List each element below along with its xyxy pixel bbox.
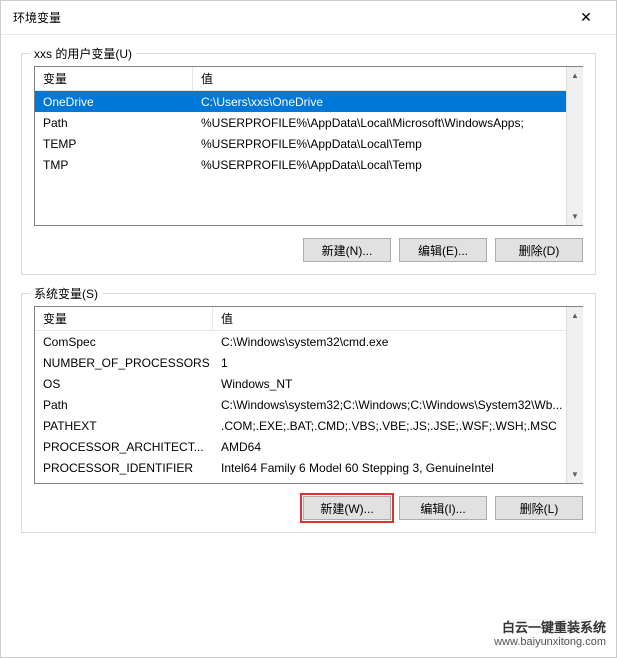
system-table-body: ComSpec C:\Windows\system32\cmd.exe NUMB…: [35, 331, 583, 478]
table-row[interactable]: PATHEXT .COM;.EXE;.BAT;.CMD;.VBS;.VBE;.J…: [35, 415, 583, 436]
cell-value: AMD64: [213, 438, 583, 456]
scroll-down-icon[interactable]: ▼: [567, 208, 583, 225]
user-edit-button[interactable]: 编辑(E)...: [399, 238, 487, 262]
user-variables-table[interactable]: 变量 值 OneDrive C:\Users\xxs\OneDrive Path…: [34, 66, 583, 226]
system-new-button[interactable]: 新建(W)...: [303, 496, 391, 520]
cell-value: C:\Users\xxs\OneDrive: [193, 93, 583, 111]
system-table-header: 变量 值: [35, 307, 583, 331]
table-row[interactable]: ComSpec C:\Windows\system32\cmd.exe: [35, 331, 583, 352]
scroll-up-icon[interactable]: ▲: [567, 307, 583, 324]
user-variables-label: xxs 的用户变量(U): [30, 45, 136, 62]
system-edit-button[interactable]: 编辑(I)...: [399, 496, 487, 520]
cell-variable: PATHEXT: [35, 417, 213, 435]
cell-value: C:\Windows\system32\cmd.exe: [213, 333, 583, 351]
environment-variables-dialog: 环境变量 ✕ xxs 的用户变量(U) 变量 值 OneDrive C:\Use…: [0, 0, 617, 658]
close-button[interactable]: ✕: [566, 4, 606, 32]
user-header-value[interactable]: 值: [193, 67, 583, 90]
cell-variable: OS: [35, 375, 213, 393]
user-delete-button[interactable]: 删除(D): [495, 238, 583, 262]
cell-variable: TEMP: [35, 135, 193, 153]
cell-value: C:\Windows\system32;C:\Windows;C:\Window…: [213, 396, 583, 414]
table-row[interactable]: Path C:\Windows\system32;C:\Windows;C:\W…: [35, 394, 583, 415]
system-table-scrollbar[interactable]: ▲ ▼: [566, 307, 583, 483]
user-table-header: 变量 值: [35, 67, 583, 91]
user-new-button[interactable]: 新建(N)...: [303, 238, 391, 262]
cell-value: .COM;.EXE;.BAT;.CMD;.VBS;.VBE;.JS;.JSE;.…: [213, 417, 583, 435]
scroll-up-icon[interactable]: ▲: [567, 67, 583, 84]
watermark: 白云一键重装系统 www.baiyunxitong.com: [490, 618, 610, 651]
cell-value: 1: [213, 354, 583, 372]
table-row[interactable]: PROCESSOR_ARCHITECT... AMD64: [35, 436, 583, 457]
user-header-variable[interactable]: 变量: [35, 67, 193, 90]
system-variables-table[interactable]: 变量 值 ComSpec C:\Windows\system32\cmd.exe…: [34, 306, 583, 484]
cell-value: %USERPROFILE%\AppData\Local\Temp: [193, 156, 583, 174]
table-row[interactable]: TEMP %USERPROFILE%\AppData\Local\Temp: [35, 133, 583, 154]
system-variables-label: 系统变量(S): [30, 285, 102, 302]
system-header-variable[interactable]: 变量: [35, 307, 213, 330]
cell-variable: Path: [35, 396, 213, 414]
cell-variable: TMP: [35, 156, 193, 174]
scroll-down-icon[interactable]: ▼: [567, 466, 583, 483]
close-icon: ✕: [580, 9, 592, 26]
user-table-scrollbar[interactable]: ▲ ▼: [566, 67, 583, 225]
system-variables-group: 系统变量(S) 变量 值 ComSpec C:\Windows\system32…: [21, 293, 596, 533]
cell-variable: ComSpec: [35, 333, 213, 351]
titlebar: 环境变量 ✕: [1, 1, 616, 35]
cell-value: %USERPROFILE%\AppData\Local\Microsoft\Wi…: [193, 114, 583, 132]
cell-variable: NUMBER_OF_PROCESSORS: [35, 354, 213, 372]
table-row[interactable]: NUMBER_OF_PROCESSORS 1: [35, 352, 583, 373]
cell-variable: Path: [35, 114, 193, 132]
user-variables-group: xxs 的用户变量(U) 变量 值 OneDrive C:\Users\xxs\…: [21, 53, 596, 275]
watermark-line1: 白云一键重装系统: [494, 620, 606, 636]
cell-variable: OneDrive: [35, 93, 193, 111]
cell-value: Intel64 Family 6 Model 60 Stepping 3, Ge…: [213, 459, 583, 477]
table-row[interactable]: TMP %USERPROFILE%\AppData\Local\Temp: [35, 154, 583, 175]
system-buttons-row: 新建(W)... 编辑(I)... 删除(L): [34, 496, 583, 520]
table-row[interactable]: Path %USERPROFILE%\AppData\Local\Microso…: [35, 112, 583, 133]
table-row[interactable]: PROCESSOR_IDENTIFIER Intel64 Family 6 Mo…: [35, 457, 583, 478]
dialog-content: xxs 的用户变量(U) 变量 值 OneDrive C:\Users\xxs\…: [1, 35, 616, 561]
table-row[interactable]: OneDrive C:\Users\xxs\OneDrive: [35, 91, 583, 112]
cell-variable: PROCESSOR_IDENTIFIER: [35, 459, 213, 477]
watermark-line2: www.baiyunxitong.com: [494, 636, 606, 649]
system-delete-button[interactable]: 删除(L): [495, 496, 583, 520]
cell-value: %USERPROFILE%\AppData\Local\Temp: [193, 135, 583, 153]
table-row[interactable]: OS Windows_NT: [35, 373, 583, 394]
cell-value: Windows_NT: [213, 375, 583, 393]
cell-variable: PROCESSOR_ARCHITECT...: [35, 438, 213, 456]
user-buttons-row: 新建(N)... 编辑(E)... 删除(D): [34, 238, 583, 262]
window-title: 环境变量: [13, 9, 566, 26]
system-header-value[interactable]: 值: [213, 307, 583, 330]
user-table-body: OneDrive C:\Users\xxs\OneDrive Path %USE…: [35, 91, 583, 175]
